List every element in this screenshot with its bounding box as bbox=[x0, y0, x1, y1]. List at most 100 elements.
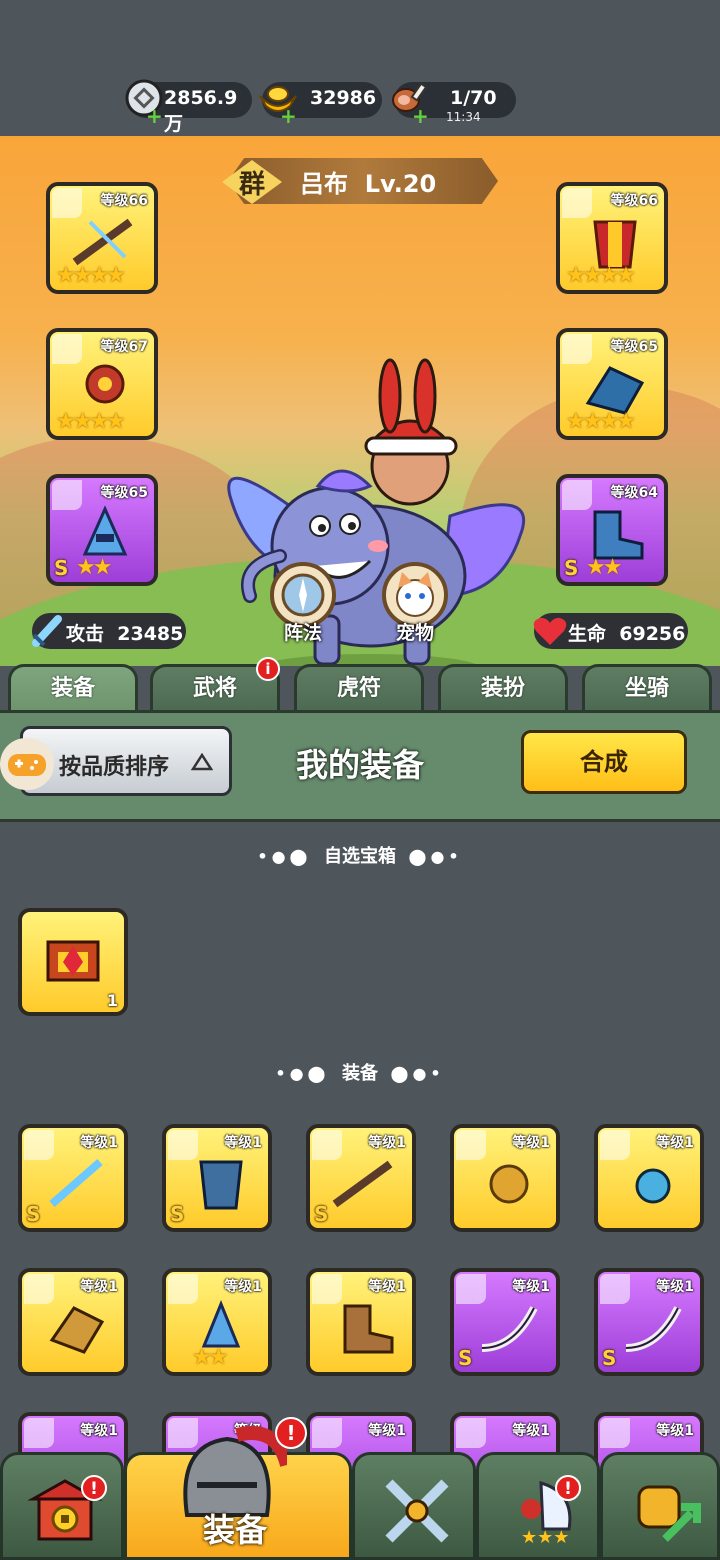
attack-text: 攻击 23485 bbox=[66, 619, 183, 646]
sword-type-icon bbox=[24, 1418, 54, 1448]
leather-boots-icon bbox=[343, 1304, 394, 1354]
inventory-item[interactable]: 等级1 bbox=[18, 1268, 128, 1376]
item-level: 等级1 bbox=[656, 1135, 694, 1151]
equipped-necklace-slot[interactable]: 等级67 ★★★★ bbox=[46, 328, 158, 440]
slot-level: 等级65 bbox=[100, 485, 148, 501]
inventory-item[interactable]: 等级1 bbox=[306, 1268, 416, 1376]
inventory-item[interactable]: 等级1 S bbox=[306, 1124, 416, 1232]
inventory-item[interactable]: 等级1 S bbox=[450, 1268, 560, 1376]
item-level: 等级1 bbox=[512, 1135, 550, 1151]
heart-icon bbox=[533, 617, 567, 645]
slot-stars: ★★ bbox=[586, 555, 622, 580]
attack-label: 攻击 bbox=[66, 623, 105, 645]
svg-text:★★★: ★★★ bbox=[521, 1527, 569, 1547]
slot-level: 等级66 bbox=[610, 193, 658, 209]
equipped-bracer-slot[interactable]: 等级65 ★★★★ bbox=[556, 328, 668, 440]
gold-value: 32986 bbox=[310, 87, 377, 109]
gold-resource[interactable]: 32986 + bbox=[259, 82, 382, 126]
item-grade: S bbox=[602, 1346, 617, 1370]
slot-level: 等级67 bbox=[100, 339, 148, 355]
hero-level: Lv.20 bbox=[364, 170, 437, 198]
chest-section-title: 自选宝箱 bbox=[324, 846, 396, 867]
item-level: 等级1 bbox=[224, 1135, 262, 1151]
hero-character-illustration bbox=[227, 358, 526, 666]
inventory-item[interactable]: 等级1 bbox=[594, 1124, 704, 1232]
item-grade: S bbox=[26, 1202, 41, 1226]
nav-equipment-label: 装备 bbox=[203, 1511, 268, 1549]
equipped-helmet-slot[interactable]: 等级65 S ★★ bbox=[46, 474, 158, 586]
slot-stars: ★★★★ bbox=[56, 263, 126, 288]
item-level: 等级1 bbox=[368, 1279, 406, 1295]
tab-mount[interactable]: 坐骑 bbox=[582, 664, 712, 712]
chest-count: 1 bbox=[106, 991, 118, 1010]
item-level: 等级1 bbox=[656, 1423, 694, 1439]
inventory-item[interactable]: 等级1 bbox=[450, 1124, 560, 1232]
nav-shop[interactable]: ! bbox=[0, 1452, 124, 1560]
slot-grade: S bbox=[564, 556, 579, 580]
slot-level: 等级66 bbox=[100, 193, 148, 209]
hero-alert-badge: ! bbox=[555, 1475, 581, 1501]
ice-bracer-icon bbox=[585, 366, 645, 415]
nav-equipment[interactable]: 装备 ! bbox=[124, 1417, 352, 1560]
item-level: 等级1 bbox=[368, 1423, 406, 1439]
inventory-item[interactable]: 等级1 S bbox=[594, 1268, 704, 1376]
red-armor-icon bbox=[593, 220, 637, 269]
item-grade: S bbox=[458, 1346, 473, 1370]
item-grade: S bbox=[170, 1202, 185, 1226]
sword-icon bbox=[32, 615, 62, 647]
add-silver-icon[interactable]: + bbox=[146, 106, 163, 126]
equipped-weapon-slot[interactable]: 等级66 ★★★★ bbox=[46, 182, 158, 294]
crossed-swords-icon bbox=[385, 1479, 449, 1543]
slot-stars: ★★★★ bbox=[56, 409, 126, 434]
gamepad-icon bbox=[8, 754, 46, 776]
item-level: 等级1 bbox=[512, 1423, 550, 1439]
add-gold-icon[interactable]: + bbox=[280, 106, 297, 126]
amulet-icon bbox=[85, 364, 125, 404]
hp-text: 生命 69256 bbox=[568, 619, 685, 646]
hero-name: 吕布 Lv.20 bbox=[300, 164, 436, 199]
sort-label: 按品质排序 bbox=[59, 755, 170, 780]
equipped-armor-slot[interactable]: 等级66 ★★★★ bbox=[556, 182, 668, 294]
treasure-chest-icon bbox=[46, 940, 100, 982]
cat-icon bbox=[396, 572, 434, 617]
sword-type-icon bbox=[600, 1418, 630, 1448]
gold-bracer-icon bbox=[49, 1306, 105, 1354]
inventory-item[interactable]: 等级1 S bbox=[162, 1124, 272, 1232]
my-equipment-title: 我的装备 bbox=[295, 746, 424, 784]
curved-blade-icon bbox=[625, 1306, 682, 1352]
slot-stars: ★★ bbox=[76, 555, 112, 580]
synthesize-button[interactable]: 合成 bbox=[521, 730, 687, 794]
nav-battle[interactable] bbox=[352, 1452, 476, 1560]
generals-notification-badge: i bbox=[256, 657, 280, 681]
stamina-resource[interactable]: 1/70 11:34 + bbox=[392, 82, 516, 126]
crossbow-icon bbox=[72, 218, 133, 266]
equip-section-header: •●⬤ 装备 ⬤●• bbox=[275, 1063, 445, 1084]
hp-value: 69256 bbox=[619, 623, 686, 645]
gold-amulet-icon bbox=[489, 1164, 529, 1204]
slot-stars: ★★★★ bbox=[566, 263, 636, 288]
shop-alert-badge: ! bbox=[81, 1475, 107, 1501]
gamepad-float-button[interactable] bbox=[0, 738, 54, 790]
add-stamina-icon[interactable]: + bbox=[412, 106, 429, 126]
attack-value: 23485 bbox=[117, 623, 184, 645]
item-level: 等级1 bbox=[224, 1279, 262, 1295]
attack-stat: 攻击 23485 bbox=[32, 613, 186, 649]
sword-type-icon bbox=[312, 1418, 342, 1448]
ice-boots-icon bbox=[593, 510, 644, 560]
compass-icon bbox=[281, 573, 325, 617]
silver-resource[interactable]: 2856.9万 + bbox=[125, 79, 252, 135]
tab-equipment[interactable]: 装备 bbox=[8, 664, 138, 712]
curved-blade-icon bbox=[481, 1306, 538, 1352]
equip-section-title: 装备 bbox=[342, 1063, 378, 1084]
tab-costume[interactable]: 装扮 bbox=[438, 664, 568, 712]
inventory-item[interactable]: 等级1 ★★ bbox=[162, 1268, 272, 1376]
optional-chest-item[interactable]: 1 bbox=[18, 908, 128, 1016]
item-level: 等级1 bbox=[368, 1135, 406, 1151]
tab-tiger-tally[interactable]: 虎符 bbox=[294, 664, 424, 712]
equipped-boots-slot[interactable]: 等级64 S ★★ bbox=[556, 474, 668, 586]
inventory-item[interactable]: 等级1 S bbox=[18, 1124, 128, 1232]
item-stars: ★★ bbox=[192, 1345, 228, 1370]
nav-hero[interactable]: ★★★ ! bbox=[476, 1452, 600, 1560]
slot-level: 等级64 bbox=[610, 485, 658, 501]
nav-upgrade[interactable] bbox=[600, 1452, 720, 1560]
